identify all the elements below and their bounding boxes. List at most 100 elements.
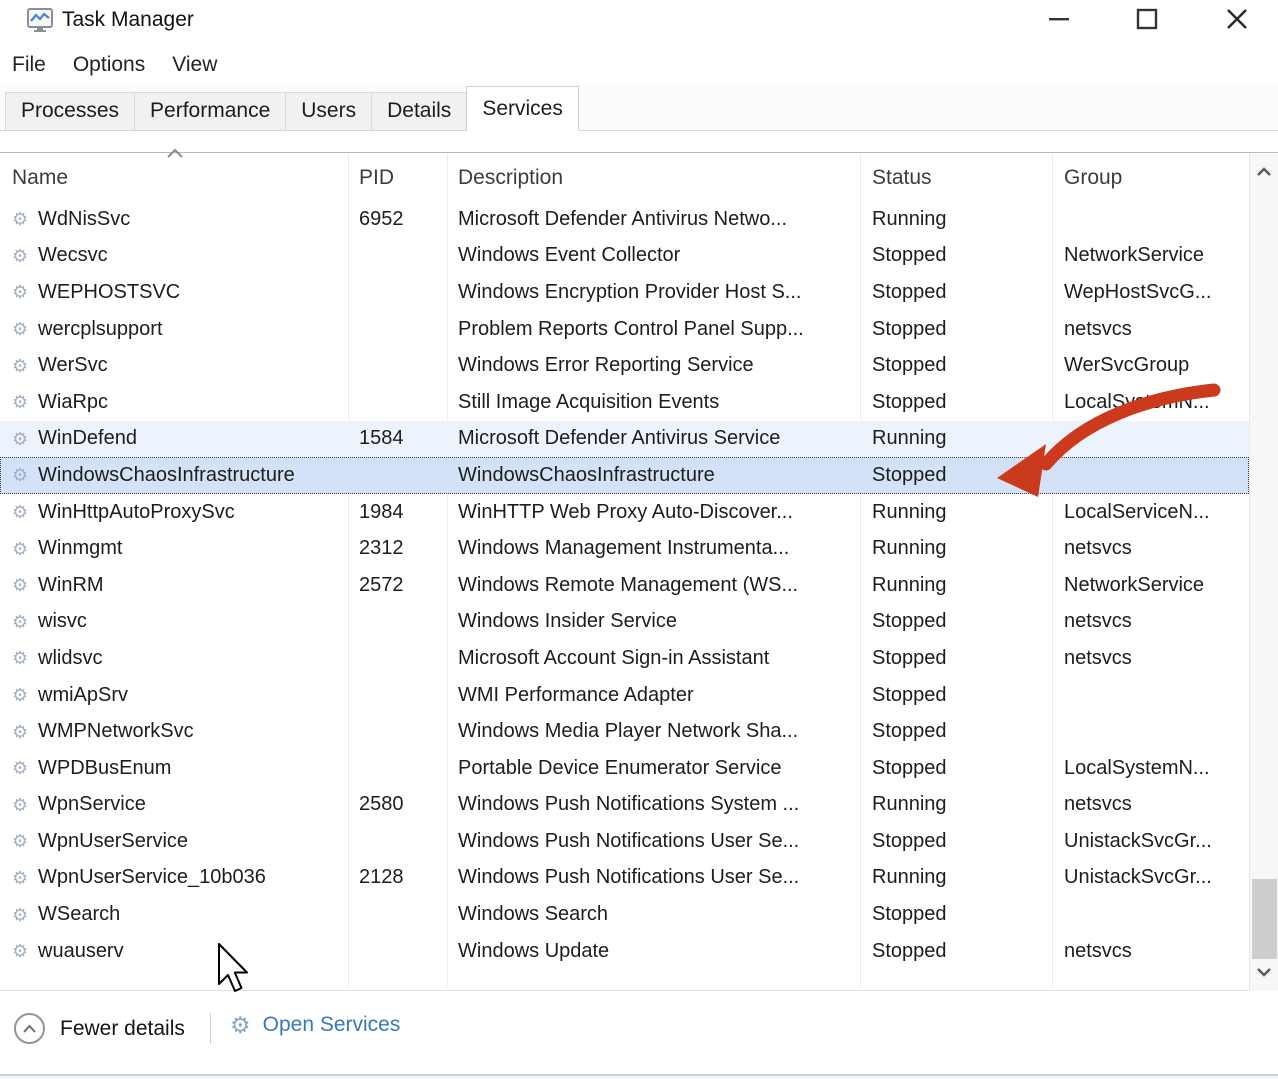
service-status: Stopped [860,940,1052,963]
service-gear-icon: ⚙ [12,320,38,338]
service-row[interactable]: ⚙ WinRM 2572 Windows Remote Management (… [0,567,1249,604]
menu-file[interactable]: File [12,49,46,81]
scrollbar-down-button[interactable] [1250,957,1278,987]
service-status: Stopped [860,647,1052,670]
service-gear-icon: ⚙ [12,430,38,448]
scrollbar-thumb[interactable] [1252,879,1277,959]
service-status: Running [860,208,1052,231]
close-button[interactable] [1210,0,1264,38]
service-name: WerSvc [38,354,108,377]
service-row[interactable]: ⚙ WpnUserService Windows Push Notificati… [0,823,1249,860]
service-name: WindowsChaosInfrastructure [38,464,295,487]
service-row[interactable]: ⚙ WPDBusEnum Portable Device Enumerator … [0,750,1249,787]
service-group: LocalSystemN... [1052,391,1249,414]
services-gear-icon: ⚙ [230,1014,251,1037]
service-row[interactable]: ⚙ wisvc Windows Insider Service Stopped … [0,604,1249,641]
chevron-up-icon [1256,167,1272,176]
maximize-button[interactable] [1120,0,1174,38]
service-pid: 2572 [348,574,447,597]
column-header-pid[interactable]: PID [348,166,447,190]
service-gear-icon: ⚙ [12,649,38,667]
service-pid: 1984 [348,501,447,524]
services-list: Name PID Description Status Group ⚙ WdNi… [0,152,1278,990]
service-row[interactable]: ⚙ wmiApSrv WMI Performance Adapter Stopp… [0,677,1249,714]
service-description: Windows Push Notifications User Se... [447,830,860,853]
service-description: Windows Management Instrumenta... [447,537,860,560]
service-group: UnistackSvcGr... [1052,866,1249,889]
open-services-label: Open Services [263,1013,401,1037]
service-row[interactable]: ⚙ WerSvc Windows Error Reporting Service… [0,347,1249,384]
service-row[interactable]: ⚙ WpnUserService_10b036 2128 Windows Pus… [0,860,1249,897]
tab-processes[interactable]: Processes [5,92,135,130]
service-description: Windows Insider Service [447,610,860,633]
service-pid: 6952 [348,208,447,231]
service-description: Problem Reports Control Panel Supp... [447,318,860,341]
service-group: netsvcs [1052,647,1249,670]
service-row[interactable]: ⚙ WinDefend 1584 Microsoft Defender Anti… [0,421,1249,458]
service-description: Windows Push Notifications User Se... [447,866,860,889]
service-group: WerSvcGroup [1052,354,1249,377]
service-gear-icon: ⚙ [12,832,38,850]
service-row[interactable]: ⚙ WEPHOSTSVC Windows Encryption Provider… [0,274,1249,311]
service-row[interactable]: ⚙ WpnService 2580 Windows Push Notificat… [0,787,1249,824]
service-row[interactable]: ⚙ wlidsvc Microsoft Account Sign-in Assi… [0,640,1249,677]
tab-users[interactable]: Users [285,92,372,130]
service-gear-icon: ⚙ [12,869,38,887]
service-status: Running [860,793,1052,816]
fewer-details-button[interactable]: Fewer details [14,1013,185,1044]
minimize-icon [1048,17,1070,21]
column-header-name[interactable]: Name [0,166,348,190]
column-header-group[interactable]: Group [1052,166,1249,190]
service-description: Windows Push Notifications System ... [447,793,860,816]
service-row[interactable]: ⚙ WindowsChaosInfrastructure WindowsChao… [0,457,1249,494]
service-group: NetworkService [1052,244,1249,267]
open-services-link[interactable]: ⚙ Open Services [230,1013,400,1037]
service-description: Windows Error Reporting Service [447,354,860,377]
service-description: WMI Performance Adapter [447,684,860,707]
service-row[interactable]: ⚙ WiaRpc Still Image Acquisition Events … [0,384,1249,421]
column-header-description[interactable]: Description [447,166,860,190]
service-description: WinHTTP Web Proxy Auto-Discover... [447,501,860,524]
service-status: Running [860,427,1052,450]
service-status: Running [860,537,1052,560]
service-name: wlidsvc [38,647,102,670]
service-row[interactable]: ⚙ Wecsvc Windows Event Collector Stopped… [0,238,1249,275]
minimize-button[interactable] [1032,0,1086,38]
tab-details[interactable]: Details [371,92,467,130]
chevron-down-icon [1256,968,1272,977]
service-gear-icon: ⚙ [12,540,38,558]
service-gear-icon: ⚙ [12,906,38,924]
service-description: Windows Remote Management (WS... [447,574,860,597]
service-name: wmiApSrv [38,684,128,707]
service-pid: 1584 [348,427,447,450]
service-row[interactable]: ⚙ wuauserv Windows Update Stopped netsvc… [0,933,1249,970]
service-row[interactable]: ⚙ wercplsupport Problem Reports Control … [0,311,1249,348]
maximize-icon [1136,8,1158,30]
title-bar: Task Manager [0,0,1278,42]
sort-ascending-icon [165,147,185,159]
service-group: netsvcs [1052,318,1249,341]
service-name: Wecsvc [38,244,108,267]
service-row[interactable]: ⚙ WdNisSvc 6952 Microsoft Defender Antiv… [0,201,1249,238]
vertical-scrollbar[interactable] [1249,154,1278,991]
service-description: WindowsChaosInfrastructure [447,464,860,487]
service-row[interactable]: ⚙ WSearch Windows Search Stopped [0,896,1249,933]
tab-services[interactable]: Services [466,86,579,131]
tab-performance[interactable]: Performance [134,92,286,130]
column-header-status[interactable]: Status [860,166,1052,190]
service-name: WpnUserService_10b036 [38,866,266,889]
service-row[interactable]: ⚙ WinHttpAutoProxySvc 1984 WinHTTP Web P… [0,494,1249,531]
menu-view[interactable]: View [172,49,217,81]
service-status: Stopped [860,464,1052,487]
menu-options[interactable]: Options [73,49,145,81]
service-description: Microsoft Account Sign-in Assistant [447,647,860,670]
service-status: Stopped [860,903,1052,926]
service-row[interactable]: ⚙ WMPNetworkSvc Windows Media Player Net… [0,713,1249,750]
service-gear-icon: ⚙ [12,686,38,704]
service-name: WpnService [38,793,146,816]
table-header: Name PID Description Status Group [0,154,1249,201]
scrollbar-up-button[interactable] [1250,156,1278,186]
service-name: WinHttpAutoProxySvc [38,501,235,524]
service-gear-icon: ⚙ [12,357,38,375]
service-row[interactable]: ⚙ Winmgmt 2312 Windows Management Instru… [0,530,1249,567]
